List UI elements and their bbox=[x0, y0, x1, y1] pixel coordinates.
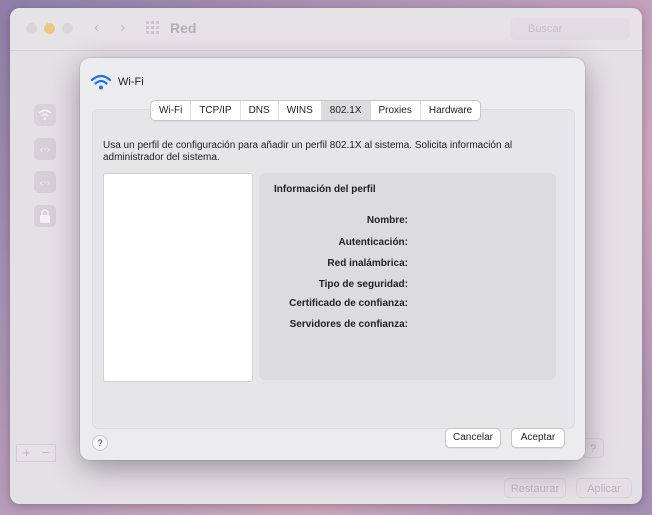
help-button[interactable]: ? bbox=[92, 435, 108, 451]
sheet-title: Wi-Fi bbox=[118, 76, 144, 88]
tab-proxies[interactable]: Proxies bbox=[371, 101, 421, 120]
wifi-icon bbox=[90, 74, 112, 90]
tab-hardware[interactable]: Hardware bbox=[421, 101, 480, 120]
field-label-trusted-servers: Servidores de confianza: bbox=[289, 319, 408, 330]
tab-tcpip[interactable]: TCP/IP bbox=[191, 101, 241, 120]
profile-list[interactable] bbox=[103, 173, 253, 382]
field-label-trusted-certificate: Certificado de confianza: bbox=[289, 298, 408, 309]
profile-info-title: Información del perfil bbox=[274, 184, 376, 195]
cancel-button[interactable]: Cancelar bbox=[445, 428, 501, 448]
tab-wins[interactable]: WINS bbox=[279, 101, 322, 120]
wifi-advanced-sheet: Wi-Fi Usa un perfil de configuración par… bbox=[80, 58, 585, 460]
tab-wifi[interactable]: Wi-Fi bbox=[151, 101, 192, 120]
tab-dns[interactable]: DNS bbox=[241, 101, 279, 120]
field-label-authentication: Autenticación: bbox=[338, 237, 408, 248]
profile-info-panel: Información del perfil Nombre: Autentica… bbox=[259, 173, 556, 380]
field-label-wireless-network: Red inalámbrica: bbox=[327, 258, 408, 269]
tab-8021x[interactable]: 802.1X bbox=[321, 101, 371, 120]
accept-button[interactable]: Aceptar bbox=[511, 428, 565, 448]
field-label-name: Nombre: bbox=[366, 215, 408, 226]
tab-content-panel: Usa un perfil de configuración para añad… bbox=[92, 109, 575, 429]
field-label-security-type: Tipo de seguridad: bbox=[318, 279, 408, 290]
tab-bar: Wi-Fi TCP/IP DNS WINS 802.1X Proxies Har… bbox=[150, 100, 482, 121]
description-text: Usa un perfil de configuración para añad… bbox=[103, 140, 513, 163]
